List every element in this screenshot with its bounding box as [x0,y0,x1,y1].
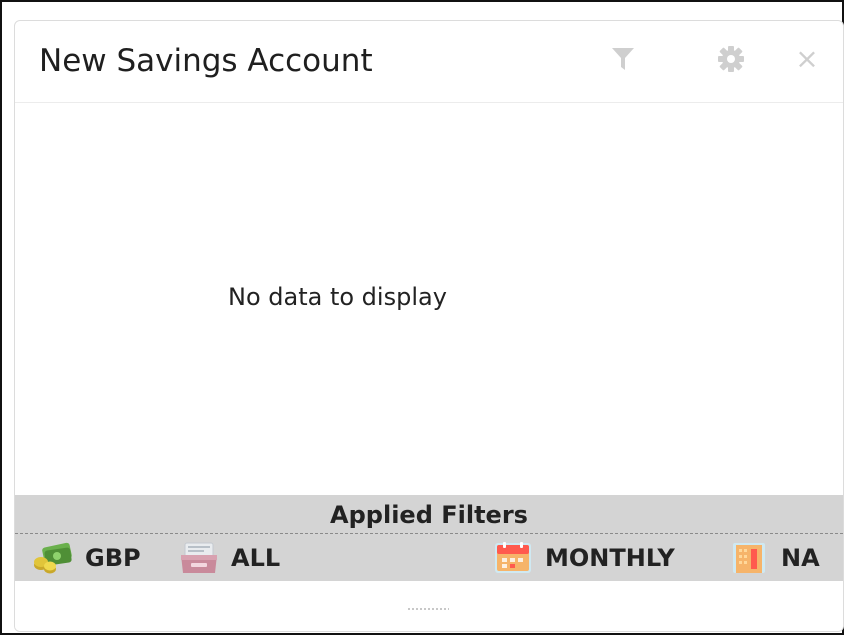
applied-filters-title: Applied Filters [330,501,528,529]
filter-chip-currency: GBP [31,541,141,575]
gear-icon[interactable] [715,43,747,75]
widget-body: No data to display [15,103,843,495]
resize-handle[interactable] [407,607,449,611]
building-icon [727,541,771,575]
branch-inbox-icon [177,541,221,575]
calendar-icon [491,541,535,575]
close-icon[interactable]: × [791,43,823,75]
currency-money-icon [31,541,75,575]
applied-filters-divider [15,533,843,534]
widget-footer [15,581,843,631]
filter-chip-branch: ALL [177,541,280,575]
widget-title: New Savings Account [39,43,373,79]
screenshot-frame: New Savings Account × No data to display… [0,0,844,635]
filter-chip-label: NA [781,544,820,572]
filter-chip-label: GBP [85,544,141,572]
filter-chip-label: ALL [231,544,281,572]
new-savings-account-widget: New Savings Account × No data to display… [14,20,844,632]
applied-filters-bar: Applied Filters GBP ALL MONTHLY NA [15,495,843,581]
filter-chip-label: MONTHLY [545,544,675,572]
filter-icon[interactable] [607,43,639,75]
widget-header: New Savings Account × [15,21,843,103]
filter-chip-frequency: MONTHLY [491,541,675,575]
no-data-message: No data to display [228,283,447,311]
filter-chip-na: NA [727,541,820,575]
